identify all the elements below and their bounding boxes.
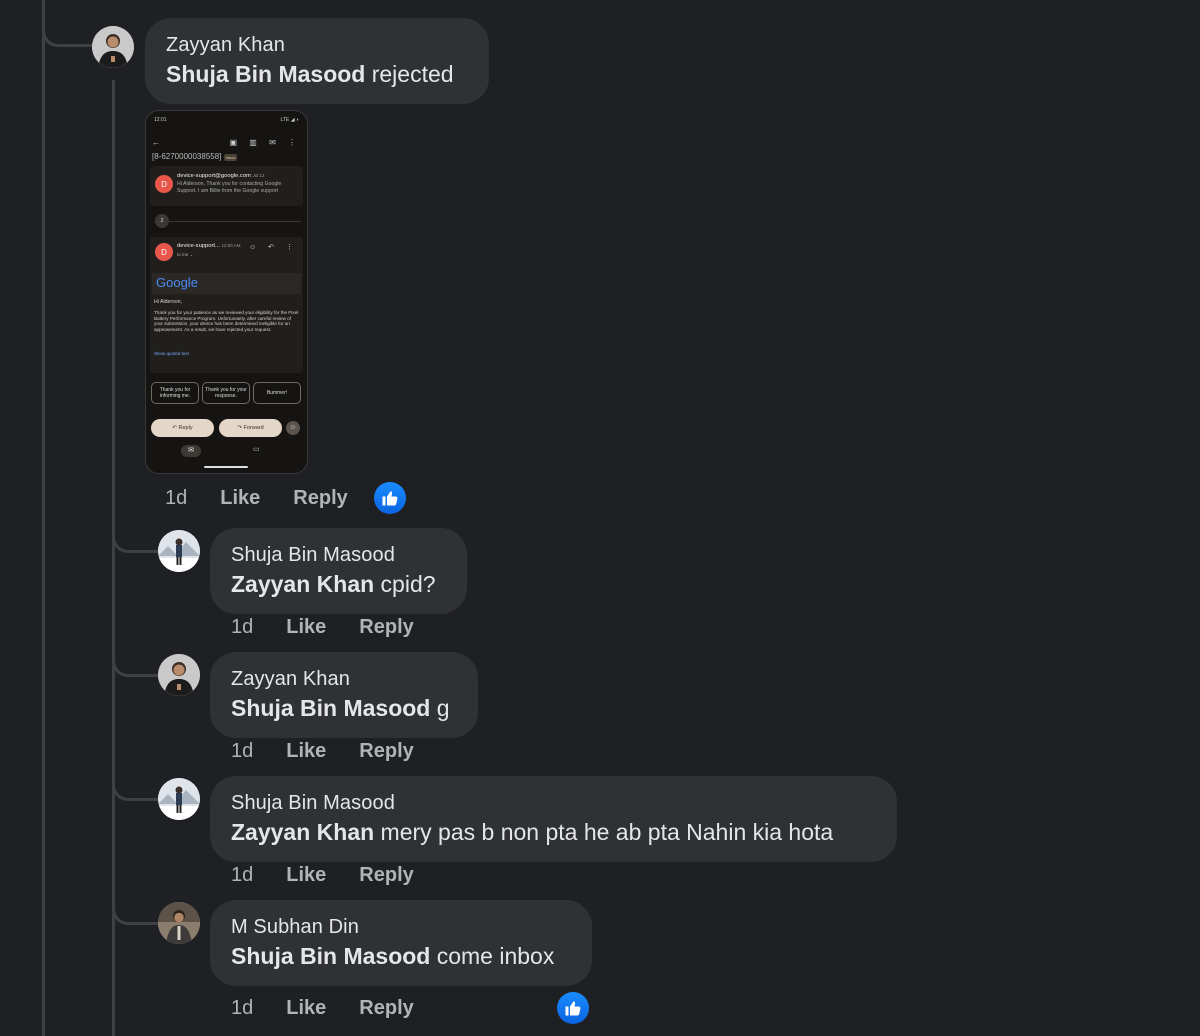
comment-time[interactable]: 1d [231,740,253,763]
phone-status-bar: 12:01 LTE ◢ ◖ [154,117,299,123]
comment-body: come inbox [430,943,555,969]
comment-author[interactable]: M Subhan Din [231,914,572,940]
google-banner: Google [152,273,301,294]
reaction-badge[interactable] [557,992,589,1024]
email-preview-1: Hi Alderson, Thank you for contacting Go… [177,181,282,194]
comment-author[interactable]: Shuja Bin Masood [231,790,877,816]
comment-text: Shuja Bin Masood rejected [166,58,469,90]
comment-actions: 1d Like Reply [231,864,447,887]
avatar[interactable] [92,26,134,68]
comment-text: Zayyan Khan mery pas b non pta he ab pta… [231,816,877,848]
mention-link[interactable]: Shuja Bin Masood [231,943,430,969]
phone-status-signal: LTE ◢ ◖ [280,117,299,123]
comment-actions: 1d Like Reply [231,997,447,1020]
comment-body: rejected [365,61,454,87]
comment-bubble[interactable]: Zayyan Khan Shuja Bin Masood rejected [145,18,489,104]
email-to-me: to me ⌄ [177,252,194,257]
email-body: Thank you for your patience as we review… [154,310,299,332]
thumbs-up-icon [382,491,398,506]
google-logo: Google [156,275,198,290]
toolbar-icons: ▣ ▥ ✉ ⋮ [229,138,301,147]
collapsed-divider [154,221,301,222]
email-sender-2: device-support... 12:00 AM [177,243,241,249]
phone-reply-button: ↶ Reply [151,419,214,437]
email-sender-1: device-support@google.com Jul 12 [177,173,265,179]
like-button[interactable]: Like [286,997,326,1020]
email-card-1: D device-support@google.com Jul 12 Hi Al… [150,166,303,206]
comment-time[interactable]: 1d [231,997,253,1020]
comment-body: cpid? [374,571,436,597]
phone-subject-text: [8-6270000038558] [152,152,222,161]
phone-bottom-nav: ✉ ▭ [146,445,307,459]
comment-text: Zayyan Khan cpid? [231,568,447,600]
comment-author[interactable]: Shuja Bin Masood [231,542,447,568]
email-card-2: D device-support... 12:00 AM to me ⌄ ☺ ↶… [150,237,303,373]
comment-actions: 1d Like Reply [165,487,381,510]
video-nav-icon: ▭ [253,446,260,453]
reply-button[interactable]: Reply [359,616,413,639]
like-button[interactable]: Like [286,740,326,763]
collapsed-count: 2 [155,214,169,228]
like-button[interactable]: Like [286,616,326,639]
like-button[interactable]: Like [220,487,260,510]
phone-toolbar: ← ▣ ▥ ✉ ⋮ [152,138,301,148]
comment-bubble[interactable]: M Subhan Din Shuja Bin Masood come inbox [210,900,592,986]
reaction-badge[interactable] [374,482,406,514]
avatar[interactable] [158,778,200,820]
mention-link[interactable]: Zayyan Khan [231,571,374,597]
comment-actions: 1d Like Reply [231,616,447,639]
email-greeting: Hi Alderson, [154,299,182,305]
comment-text: Shuja Bin Masood come inbox [231,940,572,972]
phone-status-time: 12:01 [154,117,167,123]
phone-forward-button: ↷ Forward [219,419,282,437]
avatar[interactable] [158,654,200,696]
comment-bubble[interactable]: Zayyan Khan Shuja Bin Masood g [210,652,478,738]
back-arrow-icon: ← [152,138,160,147]
phone-tag: Inbox [223,154,238,161]
comment-actions: 1d Like Reply [231,740,447,763]
thread-connector-reply [112,512,159,553]
thread-connector-reply [112,884,159,925]
email-actions-icons: ☺ ↶ ⋮ [249,244,298,251]
phone-subject: [8-6270000038558] Inbox [152,152,238,161]
comment-author[interactable]: Zayyan Khan [231,666,458,692]
smart-reply-2: Thank you for your response. [202,382,250,404]
mention-link[interactable]: Shuja Bin Masood [166,61,365,87]
comment-text: Shuja Bin Masood g [231,692,458,724]
comment-body: mery pas b non pta he ab pta Nahin kia h… [374,819,834,845]
thread-connector-reply [112,760,159,801]
reply-button[interactable]: Reply [359,997,413,1020]
reply-button[interactable]: Reply [359,740,413,763]
comment-body: g [430,695,450,721]
mention-link[interactable]: Shuja Bin Masood [231,695,430,721]
smart-reply-1: Thank you for informing me. [151,382,199,404]
attachment-image[interactable]: 12:01 LTE ◢ ◖ ← ▣ ▥ ✉ ⋮ [8-6270000038558… [145,110,308,474]
mention-link[interactable]: Zayyan Khan [231,819,374,845]
home-indicator [204,466,248,468]
thread-connector-reply [112,636,159,677]
comment-time[interactable]: 1d [231,616,253,639]
comment-time[interactable]: 1d [231,864,253,887]
reply-button[interactable]: Reply [359,864,413,887]
avatar[interactable] [158,902,200,944]
thread-connector-parent [42,0,95,47]
reply-button[interactable]: Reply [293,487,347,510]
comment-bubble[interactable]: Shuja Bin Masood Zayyan Khan mery pas b … [210,776,897,862]
mail-nav-icon: ✉ [181,445,201,457]
comment-time[interactable]: 1d [165,487,187,510]
thread-line-outer [42,0,45,1036]
thumbs-up-icon [565,1001,581,1016]
comment-author[interactable]: Zayyan Khan [166,32,469,58]
sender-avatar-icon: D [155,243,173,261]
show-quoted-link: Show quoted text [154,351,189,356]
smart-reply-3: Bummer! [253,382,301,404]
avatar[interactable] [158,530,200,572]
like-button[interactable]: Like [286,864,326,887]
comment-bubble[interactable]: Shuja Bin Masood Zayyan Khan cpid? [210,528,467,614]
emoji-icon: ☺ [286,421,300,435]
sender-avatar-icon: D [155,175,173,193]
